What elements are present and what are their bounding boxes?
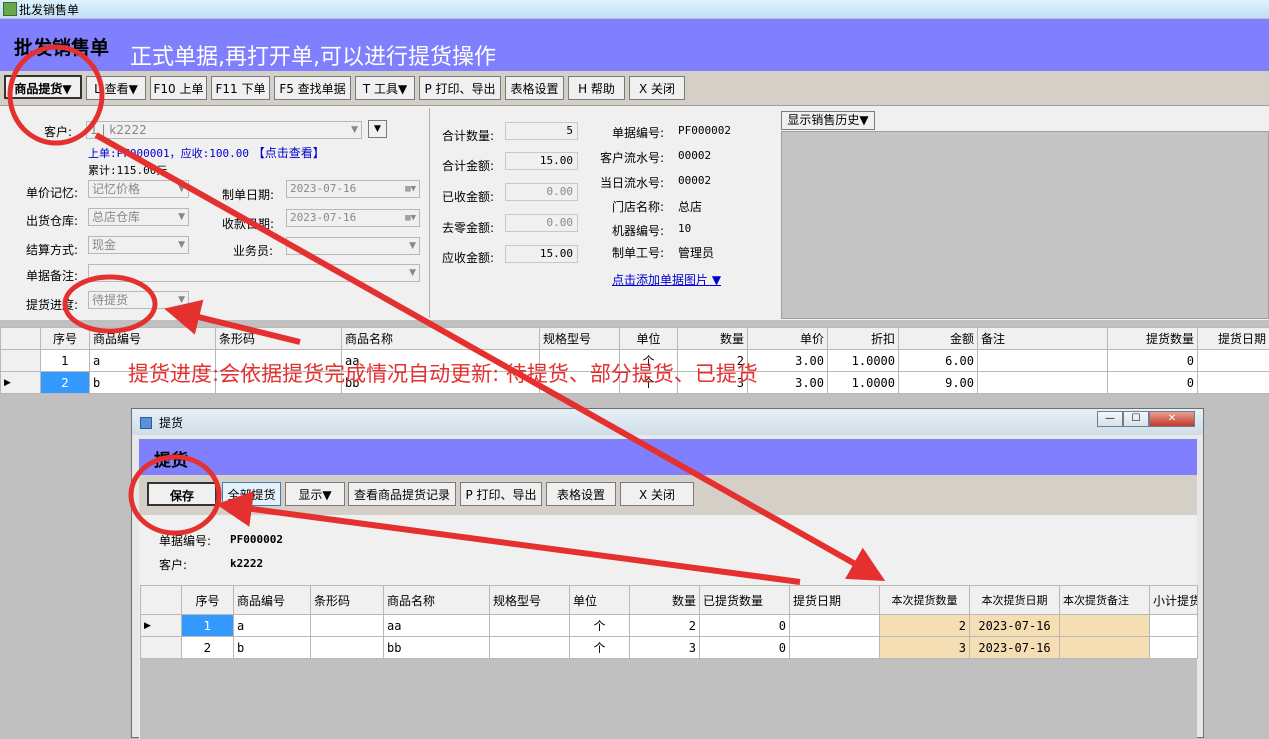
- annotation-overlay: [0, 0, 1269, 731]
- circle-save-button: [131, 457, 219, 533]
- circle-progress-field: [65, 277, 155, 331]
- arrow-to-progress: [170, 310, 300, 342]
- arrow-to-save: [222, 505, 800, 582]
- circle-pickup-button: [10, 47, 102, 143]
